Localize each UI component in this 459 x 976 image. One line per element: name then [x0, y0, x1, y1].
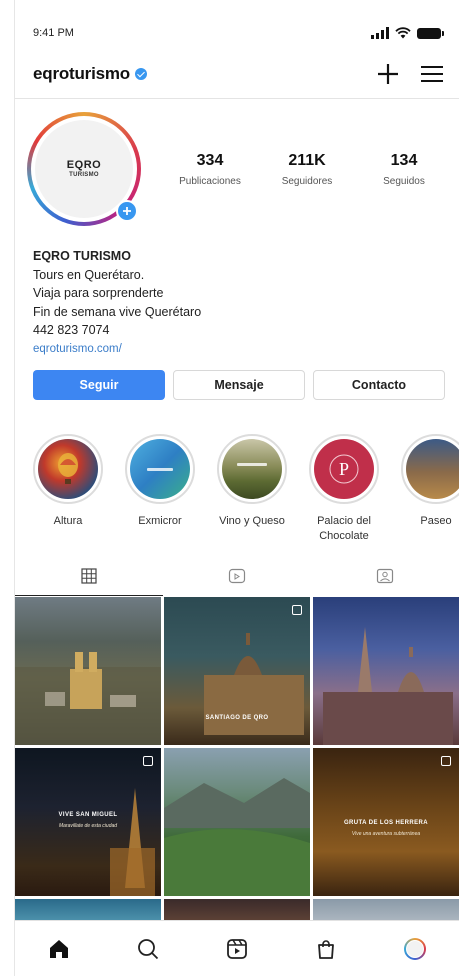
post-thumbnail[interactable]: [15, 597, 161, 745]
tagged-user-icon: [376, 568, 394, 584]
post-thumbnail[interactable]: SANTIAGO DE QRO: [164, 597, 310, 745]
profile-tabs: [15, 556, 459, 596]
profile-avatar-icon: [403, 937, 426, 960]
plus-icon: [123, 207, 131, 215]
nav-shop[interactable]: [306, 929, 346, 969]
nav-profile[interactable]: [395, 929, 435, 969]
bio-line: Viaja para sorprenderte: [33, 286, 164, 300]
bio-line: Tours en Querétaro.: [33, 267, 145, 282]
message-button[interactable]: Mensaje: [173, 370, 305, 400]
status-time: 9:41 PM: [33, 27, 74, 39]
battery-icon: [417, 27, 444, 39]
highlight-thumbnail: [38, 439, 98, 499]
contact-button[interactable]: Contacto: [313, 370, 445, 400]
add-story-button[interactable]: [116, 200, 138, 222]
stat-followers[interactable]: 211K Seguidores: [262, 152, 352, 187]
nav-home[interactable]: [39, 929, 79, 969]
tab-grid[interactable]: [15, 556, 163, 596]
hot-air-balloon-icon: [58, 453, 78, 484]
bio-phone[interactable]: 442 823 7074: [33, 321, 441, 340]
highlight-label: Altura: [53, 515, 83, 527]
bio-line: Fin de semana vive Querétaro: [33, 304, 202, 319]
reels-tab-icon: [228, 568, 246, 584]
stat-posts[interactable]: 334 Publicaciones: [165, 152, 255, 187]
highlight-thumbnail: [130, 439, 190, 499]
profile-actions: Seguir Mensaje Contacto: [33, 370, 445, 400]
plus-icon: [378, 64, 398, 84]
stat-following-label: Seguidos: [383, 176, 425, 187]
stat-followers-label: Seguidores: [281, 176, 333, 187]
grid-icon: [81, 568, 97, 584]
highlight-thumbnail: [222, 439, 282, 499]
post-subcaption: Vive una aventura subterránea: [351, 831, 421, 837]
nav-search[interactable]: [128, 929, 168, 969]
active-tab-indicator: [15, 595, 163, 596]
home-icon: [50, 939, 69, 958]
system-icons: [371, 27, 444, 39]
search-icon: [138, 938, 159, 959]
tab-tagged[interactable]: [311, 556, 459, 596]
stat-followers-value: 211K: [288, 152, 326, 169]
cathedral-dusk-image: [323, 627, 453, 745]
bio-name: EQRO TURISMO: [33, 249, 131, 263]
header-divider: [15, 98, 459, 99]
stat-posts-value: 334: [196, 152, 224, 169]
svg-text:P: P: [339, 459, 349, 479]
highlight-palacio-chocolate[interactable]: P Palacio del Chocolate: [309, 434, 379, 554]
new-post-button[interactable]: [375, 61, 401, 87]
posts-grid: SANTIAGO DE QRO VIVE SAN MIGUEL Maravill…: [15, 597, 459, 929]
username-text: eqroturismo: [33, 64, 130, 83]
post-caption: SANTIAGO DE QRO: [205, 715, 269, 721]
post-caption: VIVE SAN MIGUEL: [58, 812, 118, 818]
signal-icon: [371, 27, 389, 39]
cathedral-image: [204, 633, 304, 735]
highlight-label: Paseo: [420, 515, 452, 527]
phone-screen: 9:41 PM eqroturismo EQRO TURISMO 334 Pub…: [14, 0, 459, 976]
post-thumbnail[interactable]: [313, 597, 459, 745]
tab-reels[interactable]: [163, 556, 311, 596]
wifi-icon: [395, 27, 411, 39]
bottom-navigation: [15, 920, 459, 976]
logo-text: EQRO: [66, 159, 102, 171]
verified-badge-icon: [134, 68, 147, 80]
stat-posts-label: Publicaciones: [179, 176, 241, 187]
highlight-vino-y-queso[interactable]: Vino y Queso: [217, 434, 287, 554]
story-highlights: Altura Exmicror Vino y Queso P Palacio d…: [33, 434, 459, 554]
post-thumbnail[interactable]: VIVE SAN MIGUEL Maravillate de esta ciud…: [15, 748, 161, 896]
highlight-label: Palacio del Chocolate: [317, 515, 371, 542]
stat-following-value: 134: [390, 152, 418, 169]
post-caption: GRUTA DE LOS HERRERA: [343, 820, 428, 826]
highlight-thumbnail: [406, 439, 459, 499]
post-subcaption: Maravillate de esta ciudad: [58, 823, 118, 829]
username[interactable]: eqroturismo: [33, 64, 147, 84]
shopping-bag-icon: [317, 939, 334, 959]
profile-header: eqroturismo: [33, 58, 445, 90]
follow-button[interactable]: Seguir: [33, 370, 165, 400]
hamburger-menu-icon: [421, 66, 443, 82]
night-church-image: [110, 788, 155, 896]
stat-following[interactable]: 134 Seguidos: [359, 152, 449, 187]
highlight-altura[interactable]: Altura: [33, 434, 103, 554]
post-thumbnail[interactable]: GRUTA DE LOS HERRERA Vive una aventura s…: [313, 748, 459, 896]
town-church-image: [15, 652, 161, 745]
bio-website-link[interactable]: eqroturismo.com/: [33, 340, 441, 359]
profile-avatar[interactable]: EQRO TURISMO: [27, 112, 141, 226]
menu-button[interactable]: [419, 61, 445, 87]
multiple-photos-icon: [441, 756, 451, 766]
highlight-thumbnail: P: [314, 439, 374, 499]
post-thumbnail[interactable]: [164, 748, 310, 896]
palacio-logo-icon: P: [329, 454, 359, 484]
highlight-paseo[interactable]: Paseo: [401, 434, 459, 554]
logo-subtext: TURISMO: [69, 172, 99, 178]
reels-icon: [227, 938, 247, 959]
valley-landscape-image: [164, 778, 310, 896]
profile-bio: EQRO TURISMO Tours en Querétaro. Viaja p…: [33, 247, 441, 358]
nav-reels[interactable]: [217, 929, 257, 969]
highlight-label: Vino y Queso: [219, 515, 285, 527]
highlight-exmicror[interactable]: Exmicror: [125, 434, 195, 554]
highlight-label: Exmicror: [138, 515, 182, 527]
header-actions: [375, 61, 445, 87]
status-bar: 9:41 PM: [33, 24, 444, 42]
profile-stats: 334 Publicaciones 211K Seguidores 134 Se…: [165, 152, 449, 187]
